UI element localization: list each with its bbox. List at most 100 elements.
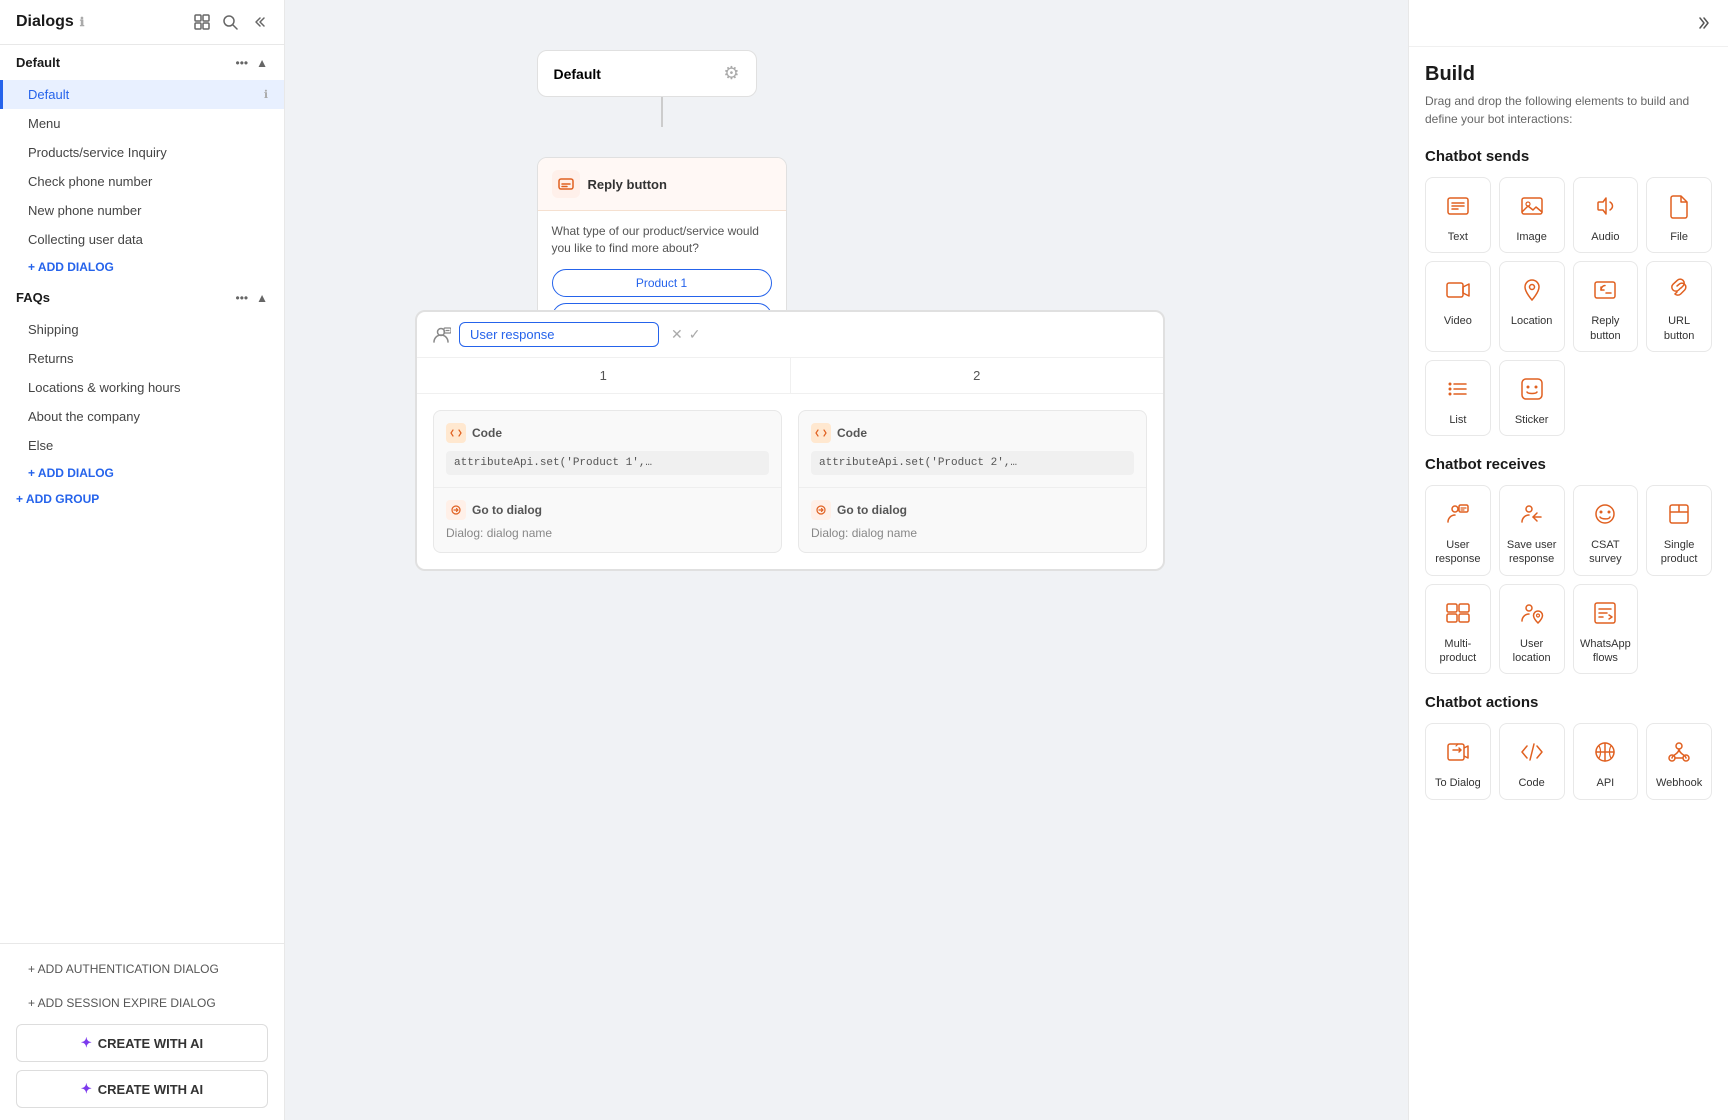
sends-item-reply-button[interactable]: Reply button: [1573, 261, 1639, 352]
user-response-icon: [431, 325, 451, 345]
sends-item-list[interactable]: List: [1425, 360, 1491, 436]
sends-item-video[interactable]: Video: [1425, 261, 1491, 352]
add-dialog-btn-faqs[interactable]: + ADD DIALOG: [0, 460, 284, 486]
main-canvas[interactable]: Default ⚙ Reply button What type of our …: [285, 0, 1408, 1120]
code-icon-2: [811, 423, 831, 443]
receives-title: Chatbot receives: [1425, 456, 1712, 473]
actions-item-to-dialog[interactable]: To Dialog: [1425, 723, 1491, 799]
sends-item-text[interactable]: Text: [1425, 177, 1491, 253]
default-node[interactable]: Default ⚙: [537, 50, 757, 97]
sends-item-url-button[interactable]: URL button: [1646, 261, 1712, 352]
reply-icon-svg: [557, 175, 575, 193]
reply-node-header: Reply button: [538, 158, 786, 211]
sidebar-footer: + ADD AUTHENTICATION DIALOG + ADD SESSIO…: [0, 943, 284, 1120]
collapse-btn[interactable]: [248, 12, 268, 32]
sidebar-group-default: Default ••• ▲ Default ℹ Menu Products/se…: [0, 45, 284, 280]
branch-1-goto-block[interactable]: Go to dialog Dialog: dialog name: [434, 488, 781, 552]
sidebar-item-check-phone[interactable]: Check phone number: [0, 167, 284, 196]
reply-node-text: What type of our product/service would y…: [552, 223, 772, 257]
ur-tabs: 1 2: [417, 358, 1163, 394]
ur-check-btn[interactable]: ✓: [689, 326, 701, 343]
receives-item-user-location[interactable]: User location: [1499, 584, 1565, 675]
chevron-up-icon[interactable]: ▲: [256, 56, 268, 70]
location-icon: [1514, 272, 1550, 308]
branch-2-dialog-name: Dialog: dialog name: [811, 526, 1134, 540]
sidebar-item-default[interactable]: Default ℹ: [0, 80, 284, 109]
actions-item-code[interactable]: Code: [1499, 723, 1565, 799]
branch-1-code-block[interactable]: Code attributeApi.set('Product 1',…: [434, 411, 781, 488]
csat-survey-icon: [1587, 496, 1623, 532]
group-label-default: Default: [16, 55, 60, 70]
collapse-icon: [250, 14, 266, 30]
rp-header: [1409, 0, 1728, 47]
receives-item-csat-survey[interactable]: CSAT survey: [1573, 485, 1639, 576]
default-node-container: Default ⚙ Reply button What type of our …: [537, 50, 787, 350]
url-button-icon: [1661, 272, 1697, 308]
sidebar-icon-group: [192, 12, 268, 32]
ai-sparkle-icon-1: ✦: [81, 1035, 92, 1051]
search-btn[interactable]: [220, 12, 240, 32]
default-settings-icon[interactable]: ⚙: [723, 63, 739, 84]
sends-item-sticker[interactable]: Sticker: [1499, 360, 1565, 436]
rp-build-section: Build Drag and drop the following elemen…: [1409, 47, 1728, 836]
sidebar-title-text: Dialogs: [16, 13, 74, 31]
sidebar-header: Dialogs ℹ: [0, 0, 284, 45]
receives-item-save-user-response[interactable]: Save user response: [1499, 485, 1565, 576]
ur-clear-btn[interactable]: ✕: [671, 326, 683, 343]
expand-icon: [1694, 14, 1712, 32]
sidebar-item-else[interactable]: Else: [0, 431, 284, 460]
more-icon[interactable]: •••: [236, 56, 249, 70]
sidebar-item-shipping[interactable]: Shipping: [0, 315, 284, 344]
create-ai-btn-2[interactable]: ✦ CREATE WITH AI: [16, 1070, 268, 1108]
sidebar-item-products-service[interactable]: Products/service Inquiry: [0, 138, 284, 167]
sidebar-item-collecting-user[interactable]: Collecting user data: [0, 225, 284, 254]
sidebar-item-returns[interactable]: Returns: [0, 344, 284, 373]
more-icon-faqs[interactable]: •••: [236, 291, 249, 305]
receives-item-user-response[interactable]: User response: [1425, 485, 1491, 576]
sends-item-image[interactable]: Image: [1499, 177, 1565, 253]
user-response-input[interactable]: [459, 322, 659, 347]
add-auth-dialog-btn[interactable]: + ADD AUTHENTICATION DIALOG: [16, 956, 268, 982]
reply-product-1-btn[interactable]: Product 1: [552, 269, 772, 297]
rp-expand-btn[interactable]: [1694, 14, 1712, 32]
create-ai-btn-1[interactable]: ✦ CREATE WITH AI: [16, 1024, 268, 1062]
item-info-icon: ℹ: [264, 88, 268, 101]
reply-node-title: Reply button: [588, 177, 667, 192]
sends-item-audio[interactable]: Audio: [1573, 177, 1639, 253]
sidebar-item-new-phone[interactable]: New phone number: [0, 196, 284, 225]
image-icon: [1514, 188, 1550, 224]
sticker-icon: [1514, 371, 1550, 407]
ur-branch-2: Code attributeApi.set('Product 2',… Go t…: [798, 410, 1147, 553]
branch-1-dialog-name: Dialog: dialog name: [446, 526, 769, 540]
branch-2-goto-block[interactable]: Go to dialog Dialog: dialog name: [799, 488, 1146, 552]
sidebar-item-about[interactable]: About the company: [0, 402, 284, 431]
grid-icon: [194, 14, 210, 30]
receives-item-whatsapp-flows[interactable]: WhatsApp flows: [1573, 584, 1639, 675]
branch-2-code-block[interactable]: Code attributeApi.set('Product 2',…: [799, 411, 1146, 488]
api-icon: [1587, 734, 1623, 770]
file-icon: [1661, 188, 1697, 224]
sidebar-item-menu[interactable]: Menu: [0, 109, 284, 138]
add-dialog-btn-default[interactable]: + ADD DIALOG: [0, 254, 284, 280]
sends-item-location[interactable]: Location: [1499, 261, 1565, 352]
group-actions-faqs: ••• ▲: [236, 291, 269, 305]
receives-item-single-product[interactable]: Single product: [1646, 485, 1712, 576]
ur-tab-2[interactable]: 2: [791, 358, 1164, 393]
sends-title: Chatbot sends: [1425, 148, 1712, 165]
sends-item-file[interactable]: File: [1646, 177, 1712, 253]
grid-icon-btn[interactable]: [192, 12, 212, 32]
chevron-up-icon-faqs[interactable]: ▲: [256, 291, 268, 305]
info-icon: ℹ: [80, 15, 85, 29]
receives-item-multi-product[interactable]: Multi-product: [1425, 584, 1491, 675]
build-desc: Drag and drop the following elements to …: [1425, 92, 1712, 128]
add-session-btn[interactable]: + ADD SESSION EXPIRE DIALOG: [16, 990, 268, 1016]
actions-item-api[interactable]: API: [1573, 723, 1639, 799]
ur-branch-1: Code attributeApi.set('Product 1',… Go t…: [433, 410, 782, 553]
actions-item-webhook[interactable]: Webhook: [1646, 723, 1712, 799]
sidebar-item-locations[interactable]: Locations & working hours: [0, 373, 284, 402]
add-group-btn[interactable]: + ADD GROUP: [0, 486, 284, 512]
user-response-node[interactable]: ✕ ✓ 1 2 Code attributeApi.set('Product 1…: [415, 310, 1165, 571]
ur-tab-1[interactable]: 1: [417, 358, 791, 393]
to-dialog-icon: [1440, 734, 1476, 770]
sidebar-title: Dialogs ℹ: [16, 13, 84, 31]
